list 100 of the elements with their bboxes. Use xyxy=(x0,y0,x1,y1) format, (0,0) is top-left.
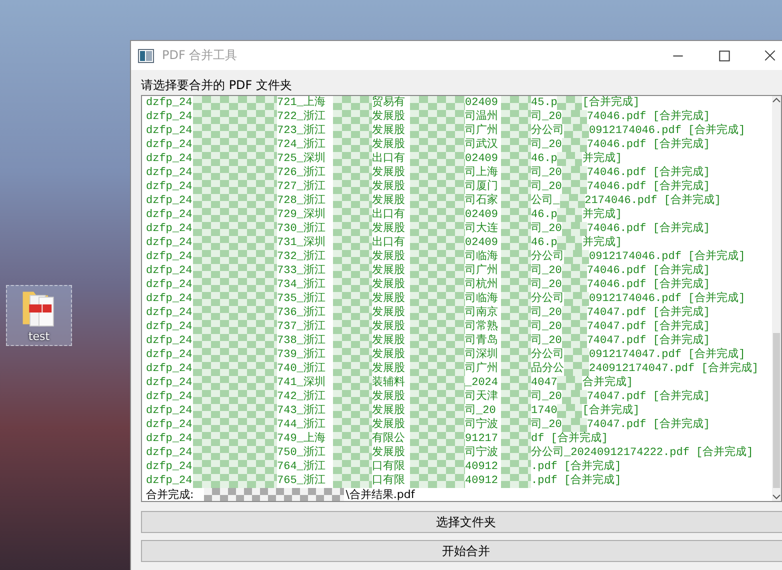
log-text: dzfp_24 xyxy=(146,264,193,278)
log-text: 724_浙江 xyxy=(277,138,326,152)
pixelated-redaction xyxy=(410,474,465,488)
log-text: 发展股 xyxy=(372,222,406,236)
log-text: 742_浙江 xyxy=(277,390,326,404)
log-text: dzfp_24 xyxy=(146,432,193,446)
pixelated-redaction xyxy=(557,96,582,110)
pixelated-redaction xyxy=(501,208,531,222)
pixelated-redaction xyxy=(410,110,465,124)
log-text: 46.p xyxy=(531,208,558,222)
log-text: 732_浙江 xyxy=(277,250,326,264)
pixelated-redaction xyxy=(410,334,465,348)
pixelated-redaction xyxy=(333,460,372,474)
vertical-scrollbar[interactable] xyxy=(772,96,781,501)
log-text: 731_深圳 xyxy=(277,236,326,250)
log-text: 发展股 xyxy=(372,110,406,124)
pixelated-redaction xyxy=(557,236,582,250)
pixelated-redaction xyxy=(501,194,531,208)
log-text: 739_浙江 xyxy=(277,348,326,362)
pixelated-redaction xyxy=(501,348,531,362)
pixelated-redaction xyxy=(501,138,531,152)
log-text: 司宁波 xyxy=(465,418,499,432)
log-text: 发展股 xyxy=(372,348,406,362)
pixelated-redaction xyxy=(410,124,465,138)
pixelated-redaction xyxy=(557,208,582,222)
pixelated-redaction xyxy=(410,152,465,166)
log-text: 46.p xyxy=(531,236,558,250)
shortcut-label: test xyxy=(28,330,50,343)
log-text: dzfp_24 xyxy=(146,278,193,292)
pixelated-redaction xyxy=(501,320,531,334)
action-button[interactable]: 选择文件夹 xyxy=(141,511,782,533)
pixelated-redaction xyxy=(333,194,372,208)
log-text: 4047 xyxy=(531,376,558,390)
pixelated-redaction xyxy=(410,460,465,474)
pixelated-redaction xyxy=(333,278,372,292)
folder-prompt-label: 请选择要合并的 PDF 文件夹 xyxy=(141,77,294,94)
log-text: 发展股 xyxy=(372,264,406,278)
log-text: dzfp_24 xyxy=(146,166,193,180)
pixelated-redaction xyxy=(410,432,465,446)
action-button[interactable]: 开始合并 xyxy=(141,540,782,562)
log-text: dzfp_24 xyxy=(146,446,193,460)
log-text: 司大连 xyxy=(465,222,499,236)
pixelated-redaction xyxy=(501,334,531,348)
pixelated-redaction xyxy=(562,264,587,278)
log-text: dzfp_24 xyxy=(146,96,193,110)
log-text: 730_浙江 xyxy=(277,222,326,236)
desktop-shortcut[interactable]: test xyxy=(6,285,72,346)
scrollbar-thumb[interactable] xyxy=(773,333,780,488)
pixelated-redaction xyxy=(333,152,372,166)
log-text: 02409 xyxy=(465,208,500,222)
pixelated-redaction xyxy=(562,390,587,404)
log-text: 司临海 xyxy=(465,292,499,306)
pixelated-redaction xyxy=(333,222,372,236)
log-text: 司_20 xyxy=(531,110,562,124)
pixelated-redaction xyxy=(562,278,587,292)
log-text: dzfp_24 xyxy=(146,306,193,320)
pixelated-redaction xyxy=(410,446,465,460)
log-text: 726_浙江 xyxy=(277,166,326,180)
log-text: 1740 xyxy=(531,404,558,418)
log-text: 728_浙江 xyxy=(277,194,326,208)
pixelated-redaction xyxy=(410,278,465,292)
log-text: 74047.pdf [合并完成] xyxy=(586,390,710,404)
pixelated-redaction xyxy=(501,166,531,180)
result-text: 合并完成: xyxy=(146,488,194,501)
log-text: 分公司 xyxy=(531,124,564,138)
log-text: dzfp_24 xyxy=(146,390,193,404)
log-text: 出口有 xyxy=(372,236,406,250)
pixelated-redaction xyxy=(410,264,465,278)
log-text: _2024 xyxy=(465,376,500,390)
pixelated-redaction xyxy=(333,432,372,446)
log-text: 司宁波 xyxy=(465,446,499,460)
log-text: 发展股 xyxy=(372,194,406,208)
pixelated-redaction xyxy=(562,418,587,432)
pixelated-redaction xyxy=(410,194,465,208)
pixelated-redaction xyxy=(333,208,372,222)
pixelated-redaction xyxy=(410,208,465,222)
log-text: dzfp_24 xyxy=(146,348,193,362)
pixelated-redaction xyxy=(410,250,465,264)
log-text: 司_20 xyxy=(531,138,562,152)
scroll-down-icon[interactable] xyxy=(772,492,781,501)
pixelated-redaction xyxy=(501,474,531,488)
log-text: 发展股 xyxy=(372,278,406,292)
log-text: 发展股 xyxy=(372,292,406,306)
log-text: 0912174047.pdf [合并完成] xyxy=(589,348,746,362)
log-text: 734_浙江 xyxy=(277,278,326,292)
pixelated-redaction xyxy=(333,362,372,376)
pixelated-redaction xyxy=(501,306,531,320)
app-icon xyxy=(138,48,154,62)
log-text: 司_20 xyxy=(531,390,562,404)
log-text: 发展股 xyxy=(372,124,406,138)
log-text: 740_浙江 xyxy=(277,362,326,376)
pixelated-redaction xyxy=(410,306,465,320)
pixelated-redaction xyxy=(333,334,372,348)
log-text: 729_深圳 xyxy=(277,208,326,222)
log-text: 分公司 xyxy=(531,250,564,264)
scroll-up-icon[interactable] xyxy=(772,96,781,105)
log-text: 发展股 xyxy=(372,334,406,348)
pixelated-redaction xyxy=(333,320,372,334)
pixelated-redaction xyxy=(501,418,531,432)
log-text: 02409 xyxy=(465,152,500,166)
